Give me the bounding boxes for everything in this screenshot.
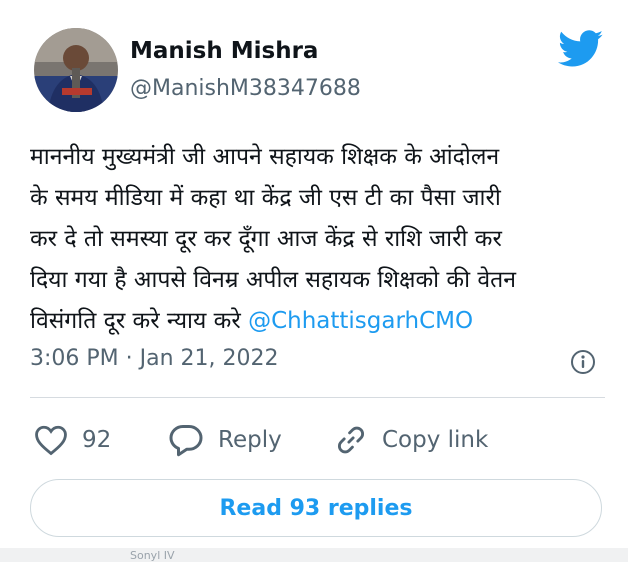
twitter-bird-icon[interactable] bbox=[558, 30, 604, 68]
info-icon[interactable] bbox=[570, 349, 596, 375]
avatar-photo bbox=[34, 28, 118, 112]
tweet-text: माननीय मुख्यमंत्री जी आपने सहायक शिक्षक … bbox=[30, 137, 615, 342]
tweet-line-last: विसंगति दूर करे न्याय करे @ChhattisgarhC… bbox=[30, 301, 615, 342]
link-icon bbox=[337, 426, 365, 454]
copy-link-button[interactable]: Copy link bbox=[334, 420, 488, 460]
tweet-line-text: विसंगति दूर करे न्याय करे bbox=[30, 308, 249, 334]
mention-link[interactable]: @ChhattisgarhCMO bbox=[248, 308, 473, 334]
like-count: 92 bbox=[82, 427, 112, 453]
like-button[interactable]: 92 bbox=[34, 420, 111, 460]
speech-bubble-icon bbox=[169, 425, 203, 457]
divider bbox=[30, 397, 605, 398]
tweet-line: माननीय मुख्यमंत्री जी आपने सहायक शिक्षक … bbox=[30, 144, 500, 170]
author-handle[interactable]: @ManishM38347688 bbox=[130, 76, 361, 101]
heart-icon bbox=[35, 425, 67, 456]
read-replies-button[interactable]: Read 93 replies bbox=[30, 479, 602, 537]
tweet-timestamp[interactable]: 3:06 PM · Jan 21, 2022 bbox=[30, 346, 279, 371]
copy-link-label: Copy link bbox=[382, 427, 489, 453]
tweet-card: Manish Mishra @ManishM38347688 माननीय मु… bbox=[0, 0, 628, 548]
bottom-strip-text: Sonyl IV bbox=[130, 549, 175, 562]
reply-button[interactable]: Reply bbox=[168, 420, 282, 460]
tweet-line: के समय मीडिया में कहा था केंद्र जी एस टी… bbox=[30, 185, 501, 211]
avatar[interactable] bbox=[34, 28, 118, 112]
reply-label: Reply bbox=[218, 427, 282, 453]
tweet-line: दिया गया है आपसे विनम्र अपील सहायक शिक्ष… bbox=[30, 267, 517, 293]
author-name[interactable]: Manish Mishra bbox=[130, 38, 318, 64]
tweet-line: कर दे तो समस्या दूर कर दूँगा आज केंद्र स… bbox=[30, 226, 502, 252]
